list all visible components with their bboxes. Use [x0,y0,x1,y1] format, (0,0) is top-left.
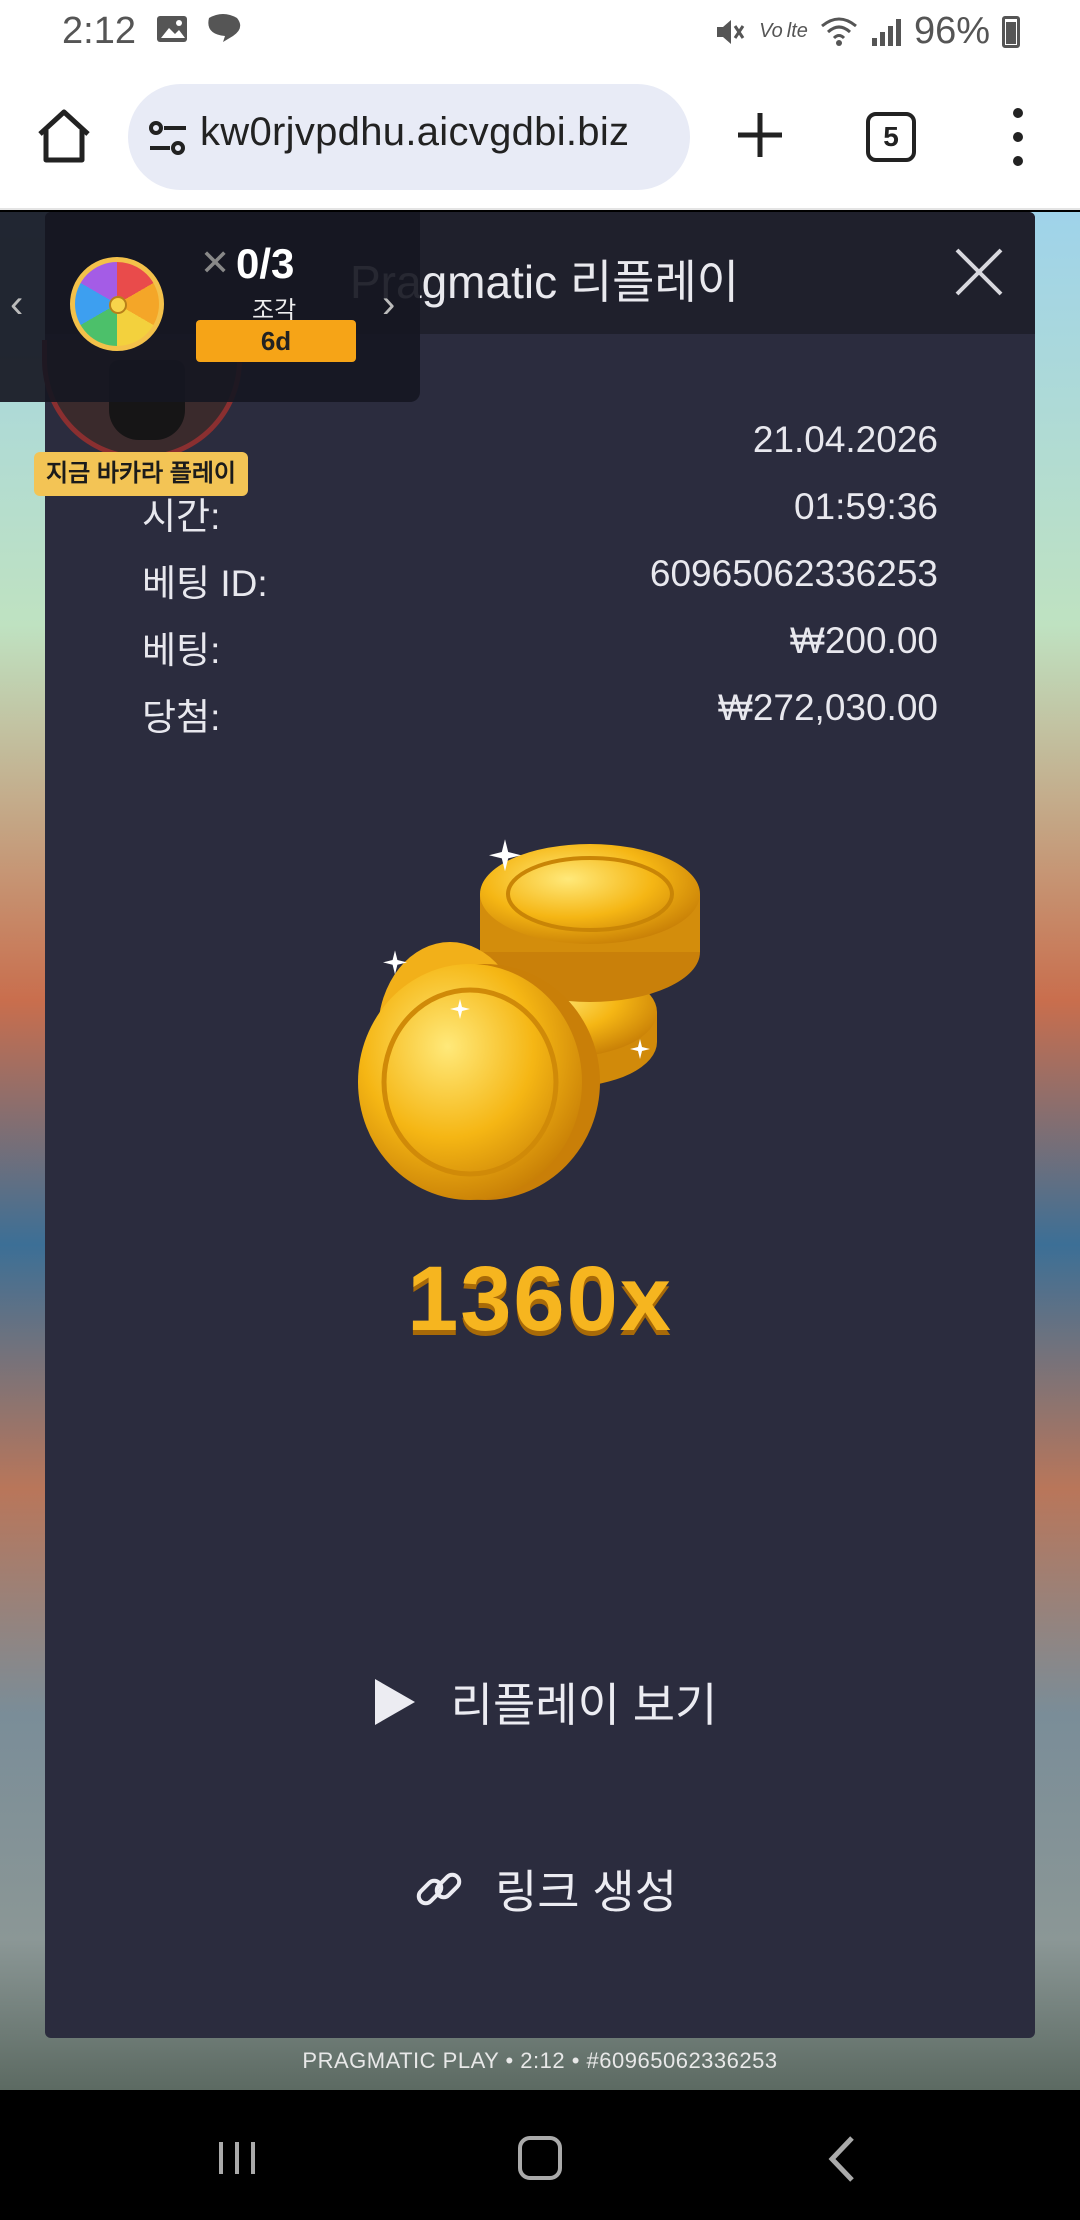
fragment-count: 0/3 [236,240,295,287]
chevron-left-icon[interactable]: ‹ [10,282,23,327]
days-left-badge: 6d [196,320,356,362]
game-footer: PRAGMATIC PLAY • 2:12 • #60965062336253 [302,2048,778,2073]
watch-replay-button[interactable]: 리플레이 보기 [355,1662,735,1742]
create-link-label: 링크 생성 [494,1866,678,1918]
create-link-button[interactable]: 링크 생성 [395,1849,695,1929]
chevron-right-icon[interactable]: › [382,282,395,327]
gold-coins-icon [358,839,700,1200]
prize-wheel-icon [70,257,164,351]
watch-replay-label: 리플레이 보기 [450,1679,718,1731]
fragment-promo-widget[interactable]: ‹ ✕ 0/3 조각 6d › [0,212,420,402]
status-right: Vo lte 96% [713,10,1020,53]
status-time: 2:12 [62,10,136,52]
info-value: 01:59:36 [793,486,938,527]
image-icon [157,16,187,42]
system-nav-bar [0,2090,1080,2220]
new-tab-icon[interactable] [734,109,786,161]
browser-toolbar: kw0rjvpdhu.aicvgdbi.biz 5 [0,64,1080,210]
more-menu-icon[interactable] [1000,108,1036,166]
play-baccarat-label[interactable]: 지금 바카라 플레이 [34,452,248,496]
info-value: ₩272,030.00 [717,687,938,728]
play-icon [374,1679,415,1725]
info-label: 당첨: [142,697,221,738]
close-icon[interactable]: ✕ [200,242,230,284]
nav-back-icon[interactable] [822,2134,862,2184]
close-icon[interactable] [951,244,1007,300]
mute-icon [717,19,745,44]
recent-apps-icon[interactable] [215,2138,259,2178]
info-row-date: 21.04.2026 [142,419,938,469]
chat-bubble-icon [208,14,241,42]
info-label: 베팅: [142,630,221,671]
link-icon [416,1872,462,1906]
home-icon[interactable] [34,106,94,166]
info-row-win: 당첨: ₩272,030.00 [142,687,938,738]
volte-label: Vo lte [759,20,808,42]
battery-percent: 96% [913,10,990,52]
signal-icon [871,18,901,46]
url-text[interactable]: kw0rjvpdhu.aicvgdbi.biz [200,110,629,155]
battery-icon [1002,15,1020,48]
status-bar: 2:12 Vo lte 96% [0,0,1080,64]
info-label: 베팅 ID: [142,563,268,604]
info-row-bet-id: 베팅 ID: 60965062336253 [142,553,938,604]
info-row-time: 시간: 01:59:36 [142,486,938,537]
address-bar[interactable]: kw0rjvpdhu.aicvgdbi.biz [128,84,690,190]
win-multiplier: 1360x [407,1248,673,1350]
nav-home-icon[interactable] [518,2136,562,2180]
info-value: 60965062336253 [649,553,938,594]
status-notification-icons [155,12,243,46]
tab-switcher-button[interactable]: 5 [866,112,916,162]
info-row-bet: 베팅: ₩200.00 [142,620,938,671]
site-settings-icon[interactable] [146,116,190,160]
info-value: ₩200.00 [789,620,938,661]
wifi-icon [820,17,857,46]
info-value: 21.04.2026 [752,419,938,460]
